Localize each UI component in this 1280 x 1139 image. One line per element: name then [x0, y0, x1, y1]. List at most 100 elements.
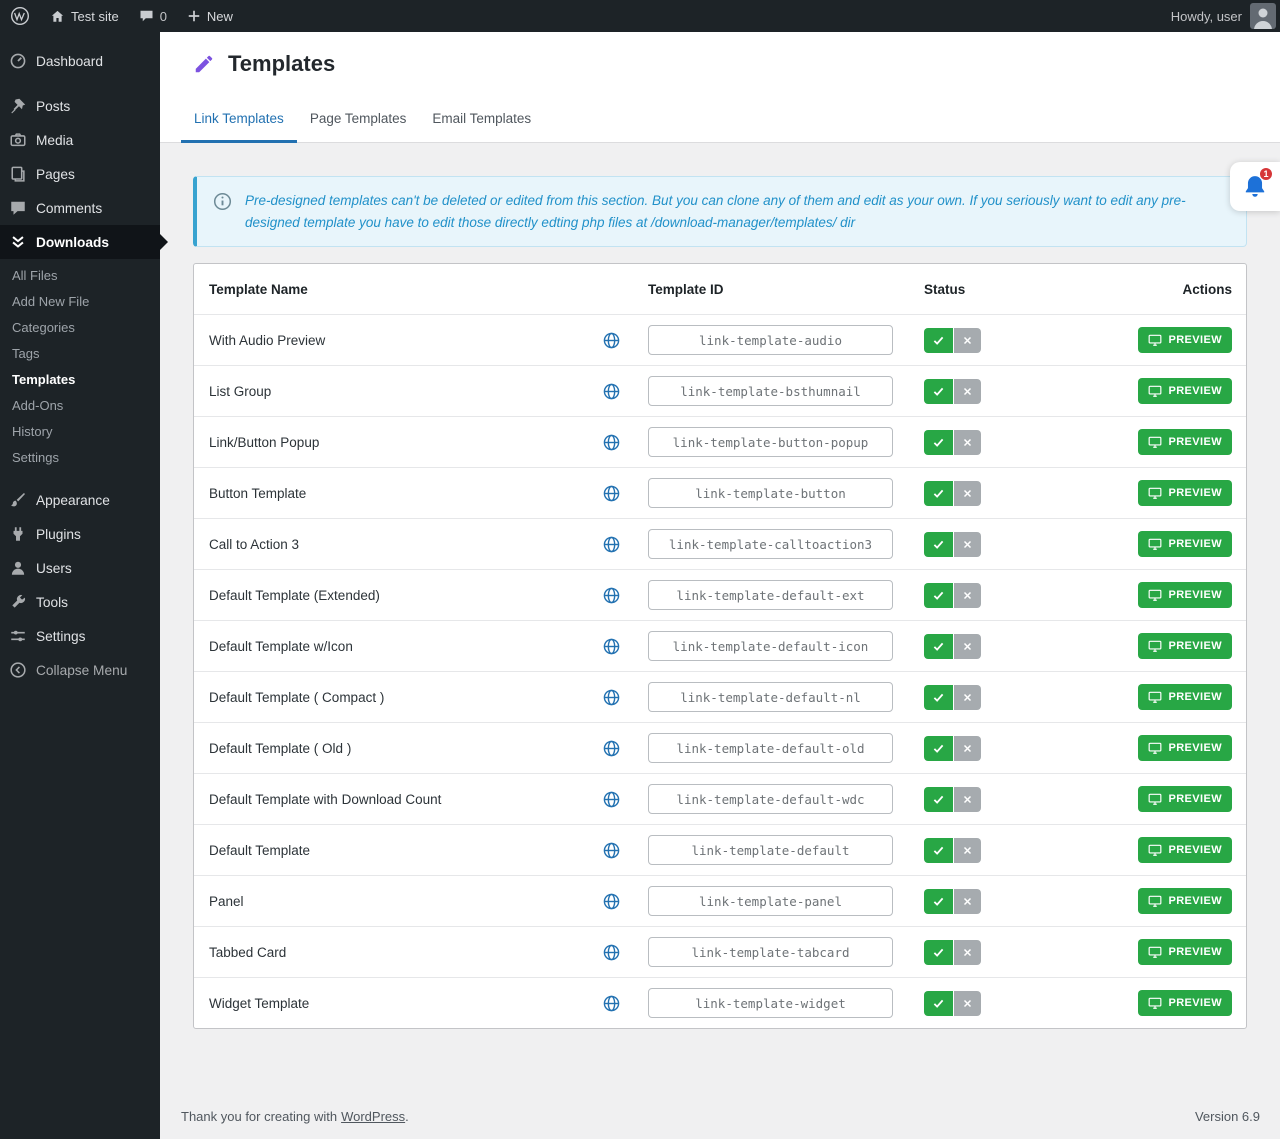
sidebar-item-media[interactable]: Media	[0, 123, 160, 157]
status-enabled-button[interactable]	[924, 583, 953, 608]
globe-icon[interactable]	[603, 893, 620, 910]
status-disable-button[interactable]	[954, 532, 981, 557]
submenu-item[interactable]: Add-Ons	[0, 392, 160, 418]
globe-icon[interactable]	[603, 587, 620, 604]
preview-button[interactable]: PREVIEW	[1138, 990, 1232, 1016]
sidebar-item-dashboard[interactable]: Dashboard	[0, 44, 160, 78]
status-disable-button[interactable]	[954, 583, 981, 608]
submenu-item[interactable]: Categories	[0, 314, 160, 340]
avatar[interactable]	[1250, 3, 1276, 29]
preview-button[interactable]: PREVIEW	[1138, 480, 1232, 506]
template-id-field[interactable]: link-template-widget	[648, 988, 893, 1018]
sidebar-item-posts[interactable]: Posts	[0, 89, 160, 123]
status-enabled-button[interactable]	[924, 736, 953, 761]
preview-button[interactable]: PREVIEW	[1138, 786, 1232, 812]
preview-button[interactable]: PREVIEW	[1138, 429, 1232, 455]
status-enabled-button[interactable]	[924, 685, 953, 710]
globe-icon[interactable]	[603, 689, 620, 706]
sidebar-item-downloads[interactable]: Downloads	[0, 225, 160, 259]
tab-link-templates[interactable]: Link Templates	[181, 96, 297, 143]
status-disable-button[interactable]	[954, 991, 981, 1016]
template-id-field[interactable]: link-template-calltoaction3	[648, 529, 893, 559]
howdy-text[interactable]: Howdy, user	[1171, 9, 1242, 24]
sidebar-item-appearance[interactable]: Appearance	[0, 483, 160, 517]
sidebar-item-settings[interactable]: Settings	[0, 619, 160, 653]
status-enabled-button[interactable]	[924, 532, 953, 557]
submenu-item[interactable]: All Files	[0, 262, 160, 288]
status-enabled-button[interactable]	[924, 634, 953, 659]
preview-button[interactable]: PREVIEW	[1138, 939, 1232, 965]
status-disable-button[interactable]	[954, 328, 981, 353]
new-content-button[interactable]: New	[177, 0, 243, 32]
preview-button[interactable]: PREVIEW	[1138, 327, 1232, 353]
submenu-item[interactable]: Add New File	[0, 288, 160, 314]
template-id-field[interactable]: link-template-audio	[648, 325, 893, 355]
globe-icon[interactable]	[603, 995, 620, 1012]
template-id-field[interactable]: link-template-panel	[648, 886, 893, 916]
sidebar-item-pages[interactable]: Pages	[0, 157, 160, 191]
template-id-field[interactable]: link-template-tabcard	[648, 937, 893, 967]
wordpress-link[interactable]: WordPress	[341, 1109, 405, 1124]
globe-icon[interactable]	[603, 434, 620, 451]
template-id-field[interactable]: link-template-default-ext	[648, 580, 893, 610]
status-disable-button[interactable]	[954, 379, 981, 404]
preview-button[interactable]: PREVIEW	[1138, 531, 1232, 557]
preview-button[interactable]: PREVIEW	[1138, 378, 1232, 404]
preview-button[interactable]: PREVIEW	[1138, 735, 1232, 761]
globe-icon[interactable]	[603, 383, 620, 400]
globe-icon[interactable]	[603, 485, 620, 502]
template-id-field[interactable]: link-template-default-icon	[648, 631, 893, 661]
status-enabled-button[interactable]	[924, 940, 953, 965]
globe-icon[interactable]	[603, 740, 620, 757]
globe-icon[interactable]	[603, 944, 620, 961]
sidebar-item-comments[interactable]: Comments	[0, 191, 160, 225]
preview-button[interactable]: PREVIEW	[1138, 582, 1232, 608]
preview-button[interactable]: PREVIEW	[1138, 837, 1232, 863]
status-disable-button[interactable]	[954, 481, 981, 506]
submenu-item[interactable]: Settings	[0, 444, 160, 470]
sidebar-item-plugins[interactable]: Plugins	[0, 517, 160, 551]
globe-icon[interactable]	[603, 791, 620, 808]
status-enabled-button[interactable]	[924, 991, 953, 1016]
template-id-field[interactable]: link-template-bsthumnail	[648, 376, 893, 406]
preview-button[interactable]: PREVIEW	[1138, 888, 1232, 914]
comments-bubble[interactable]: 0	[129, 0, 177, 32]
status-disable-button[interactable]	[954, 736, 981, 761]
template-id-field[interactable]: link-template-button	[648, 478, 893, 508]
template-id-field[interactable]: link-template-button-popup	[648, 427, 893, 457]
wordpress-logo-icon[interactable]	[0, 0, 40, 32]
globe-icon[interactable]	[603, 842, 620, 859]
status-enabled-button[interactable]	[924, 787, 953, 812]
notification-bell-widget[interactable]: 1	[1230, 162, 1280, 211]
preview-button[interactable]: PREVIEW	[1138, 633, 1232, 659]
submenu-item[interactable]: History	[0, 418, 160, 444]
status-enabled-button[interactable]	[924, 481, 953, 506]
tab-page-templates[interactable]: Page Templates	[297, 96, 420, 143]
status-enabled-button[interactable]	[924, 889, 953, 914]
sidebar-item-tools[interactable]: Tools	[0, 585, 160, 619]
globe-icon[interactable]	[603, 536, 620, 553]
sidebar-item-users[interactable]: Users	[0, 551, 160, 585]
template-id-field[interactable]: link-template-default-wdc	[648, 784, 893, 814]
globe-icon[interactable]	[603, 638, 620, 655]
status-enabled-button[interactable]	[924, 379, 953, 404]
status-enabled-button[interactable]	[924, 430, 953, 455]
status-disable-button[interactable]	[954, 940, 981, 965]
collapse-menu-button[interactable]: Collapse Menu	[0, 653, 160, 687]
template-id-field[interactable]: link-template-default-old	[648, 733, 893, 763]
status-enabled-button[interactable]	[924, 328, 953, 353]
status-disable-button[interactable]	[954, 430, 981, 455]
site-name-link[interactable]: Test site	[40, 0, 129, 32]
submenu-item[interactable]: Templates	[0, 366, 160, 392]
status-disable-button[interactable]	[954, 889, 981, 914]
tab-email-templates[interactable]: Email Templates	[419, 96, 544, 143]
status-disable-button[interactable]	[954, 787, 981, 812]
status-disable-button[interactable]	[954, 685, 981, 710]
status-enabled-button[interactable]	[924, 838, 953, 863]
submenu-item[interactable]: Tags	[0, 340, 160, 366]
preview-button[interactable]: PREVIEW	[1138, 684, 1232, 710]
globe-icon[interactable]	[603, 332, 620, 349]
template-id-field[interactable]: link-template-default	[648, 835, 893, 865]
template-id-field[interactable]: link-template-default-nl	[648, 682, 893, 712]
status-disable-button[interactable]	[954, 838, 981, 863]
